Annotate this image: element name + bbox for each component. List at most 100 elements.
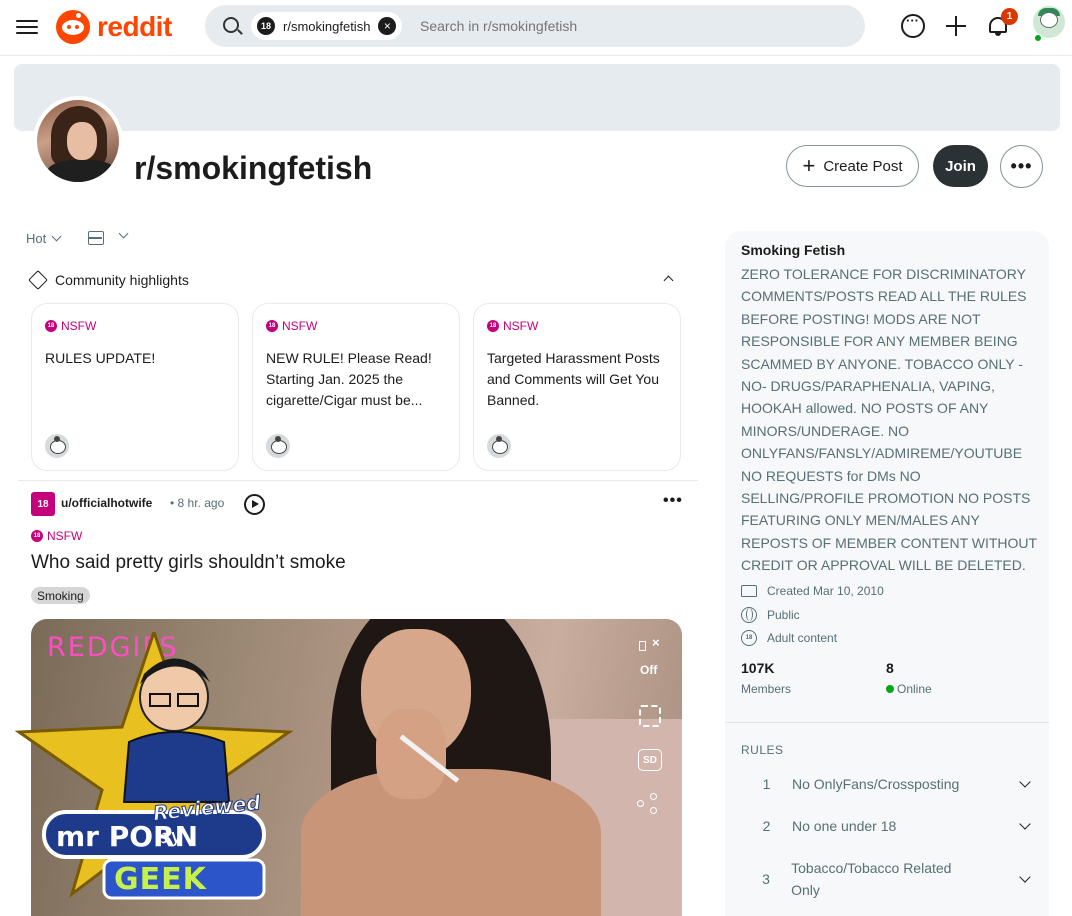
share-icon[interactable] [637,793,659,815]
nsfw-label: NSFW [503,319,539,333]
online-count: 8 [886,660,894,676]
visibility-info: Public [741,607,800,623]
cake-icon [741,585,757,597]
nsfw-18-badge: 18 [257,17,275,35]
nsfw-label: NSFW [282,319,318,333]
create-post-button[interactable]: + Create Post [786,145,919,187]
rule-item[interactable]: 2 No one under 18 [741,815,1041,837]
community-highlights-label: Community highlights [55,272,189,288]
rule-item[interactable]: 3 Tobacco/Tobacco Related Only [741,857,1041,901]
rule-number: 2 [762,818,771,834]
mute-label: Off [640,663,658,677]
community-title: Smoking Fetish [741,242,846,258]
nsfw-tag: 18 NSFW [266,319,317,333]
members-label: Members [741,682,792,696]
community-highlights-header: Community highlights [28,270,189,290]
rule-number: 1 [762,776,771,792]
sort-dropdown[interactable]: Hot [26,231,62,246]
content-rating-label: Adult content [767,631,838,645]
reddit-logo[interactable]: reddit [56,9,172,45]
nsfw-icon: 18 [45,320,57,332]
nsfw-tag: 18 NSFW [487,319,538,333]
chevron-down-icon [1019,775,1031,788]
search-scope-label: r/smokingfetish [283,18,371,34]
nsfw-tag: 18 NSFW [45,319,96,333]
author-avatar [487,434,511,458]
chevron-down-icon [1019,870,1031,883]
menu-icon[interactable] [16,16,38,36]
sort-label: Hot [26,231,47,246]
rule-number: 3 [762,871,770,887]
rule-text: Tobacco/Tobacco Related Only [791,860,952,898]
highlight-card-title: NEW RULE! Please Read! Starting Jan. 202… [266,350,432,408]
chevron-down-icon [1019,817,1031,830]
play-icon[interactable] [244,494,265,515]
post-author-avatar[interactable]: 18 [31,492,55,516]
members-count: 107K [741,660,775,676]
chevron-up-icon[interactable] [663,275,674,286]
create-post-label: Create Post [823,157,903,175]
highlight-card-title: Targeted Harassment Posts and Comments w… [487,350,660,408]
visibility-label: Public [767,608,800,622]
notification-count-badge: 1 [1001,8,1018,25]
online-dot-icon [886,685,894,693]
mute-icon[interactable] [639,635,660,653]
post-flair[interactable]: Smoking [31,587,90,604]
top-navigation-bar: reddit 18 r/smokingfetish × 1 [0,0,1072,56]
logo-text: reddit [97,11,172,42]
author-avatar [266,434,290,458]
quality-button[interactable]: SD [638,749,662,771]
community-description: ZERO TOLERANCE FOR DISCRIMINATORY COMMEN… [741,266,1037,574]
subreddit-avatar [33,96,123,186]
post-title[interactable]: Who said pretty girls shouldn’t smoke [31,552,346,574]
feed-divider [18,480,698,481]
highlight-card[interactable]: 18 NSFW RULES UPDATE! [31,303,239,471]
nsfw-label: NSFW [47,529,83,543]
watermark-line3: GEEK [114,862,207,897]
chat-icon[interactable] [901,13,925,38]
nsfw-icon: 18 [487,320,499,332]
rule-text: No OnlyFans/Crossposting [792,776,960,792]
rule-text: No one under 18 [792,818,897,834]
search-icon [223,17,239,33]
search-scope-chip[interactable]: 18 r/smokingfetish × [251,12,403,40]
post-username[interactable]: u/officialhotwife [61,496,152,510]
pin-icon [28,270,48,290]
highlight-card[interactable]: 18 NSFW NEW RULE! Please Read! Starting J… [252,303,460,471]
join-button[interactable]: Join [933,145,988,187]
nsfw-18-icon: 18 [741,630,757,646]
plus-icon: + [802,153,816,178]
chevron-down-icon [51,231,62,242]
sidebar-divider [725,722,1049,723]
view-layout-icon[interactable] [88,231,104,245]
nsfw-tag: 18 NSFW [31,529,82,543]
reddit-snoo-icon [56,10,90,44]
community-sidebar: Smoking Fetish ZERO TOLERANCE FOR DISCRI… [725,231,1049,916]
subreddit-banner [14,64,1060,131]
more-options-button[interactable]: ••• [1000,145,1043,188]
clear-scope-icon[interactable]: × [378,17,397,35]
nsfw-icon: 18 [266,320,278,332]
created-date: Created Mar 10, 2010 [741,584,884,598]
fullscreen-icon[interactable] [639,705,661,727]
post-more-button[interactable]: ••• [663,492,683,510]
rule-item[interactable]: 1 No OnlyFans/Crossposting [741,773,1041,795]
rules-heading: RULES [741,743,784,757]
reviewed-by-watermark: Reviewed by mr PORN GEEK [14,627,294,902]
highlight-card[interactable]: 18 NSFW Targeted Harassment Posts and Com… [473,303,681,471]
online-status-dot [1034,34,1042,42]
author-avatar [45,434,69,458]
online-label: Online [897,682,932,696]
online-indicator: Online [886,682,932,696]
watermark-line2: mr PORN [56,820,199,853]
chevron-down-icon[interactable] [118,228,129,239]
nsfw-icon: 18 [31,530,43,542]
post-timestamp: • 8 hr. ago [170,496,225,510]
create-icon[interactable] [944,14,968,38]
subreddit-title: r/smokingfetish [134,150,373,186]
content-rating: 18 Adult content [741,630,837,646]
search-input[interactable] [420,11,840,41]
highlight-card-title: RULES UPDATE! [45,350,156,366]
created-date-label: Created Mar 10, 2010 [767,584,884,598]
globe-icon [741,607,757,623]
